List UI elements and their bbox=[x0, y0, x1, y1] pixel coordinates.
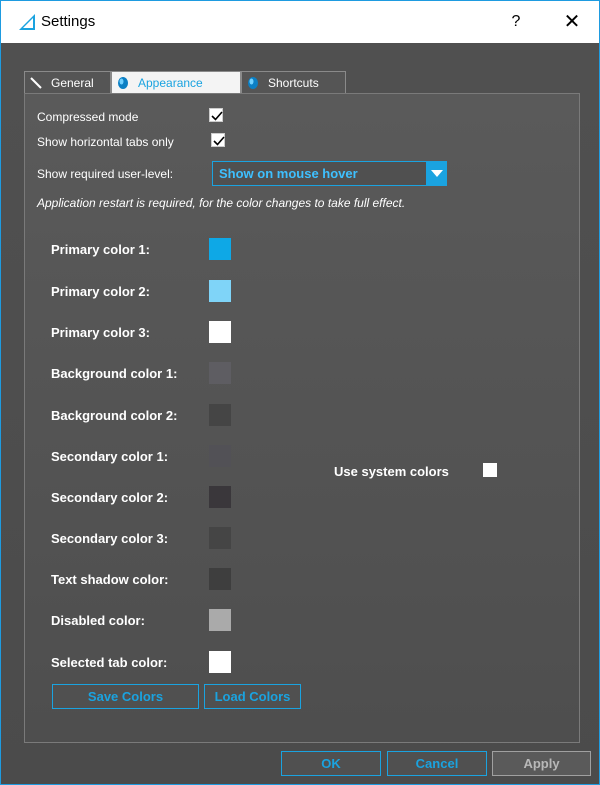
color-swatch-disabled[interactable] bbox=[209, 609, 231, 631]
tab-strip: General Appearance Shortcuts bbox=[24, 71, 346, 93]
user-level-dropdown[interactable]: Show on mouse hover bbox=[212, 161, 447, 186]
color-label-primary-3: Primary color 3: bbox=[51, 325, 150, 340]
color-label-secondary-2: Secondary color 2: bbox=[51, 490, 169, 505]
horizontal-tabs-checkbox[interactable] bbox=[211, 133, 225, 147]
help-button[interactable]: ? bbox=[499, 7, 533, 37]
color-swatch-secondary-3[interactable] bbox=[209, 527, 231, 549]
wrench-icon bbox=[29, 76, 43, 90]
color-label-background-1: Background color 1: bbox=[51, 366, 178, 381]
tab-appearance-label: Appearance bbox=[138, 75, 203, 90]
tab-shortcuts[interactable]: Shortcuts bbox=[241, 71, 346, 93]
drop-icon bbox=[246, 76, 260, 90]
load-colors-button[interactable]: Load Colors bbox=[204, 684, 301, 709]
tab-shortcuts-label: Shortcuts bbox=[268, 75, 319, 90]
color-swatch-selected-tab[interactable] bbox=[209, 651, 231, 673]
dialog-body: General Appearance Shortcuts Compressed … bbox=[1, 43, 599, 784]
apply-button[interactable]: Apply bbox=[492, 751, 591, 776]
color-label-text-shadow: Text shadow color: bbox=[51, 572, 169, 587]
color-label-primary-1: Primary color 1: bbox=[51, 242, 150, 257]
window-title: Settings bbox=[41, 13, 96, 30]
color-label-disabled: Disabled color: bbox=[51, 613, 145, 628]
use-system-colors-label: Use system colors bbox=[334, 464, 449, 479]
color-swatch-background-2[interactable] bbox=[209, 404, 231, 426]
compressed-mode-label: Compressed mode bbox=[37, 110, 139, 124]
color-swatch-background-1[interactable] bbox=[209, 362, 231, 384]
user-level-label: Show required user-level: bbox=[37, 167, 174, 181]
color-label-secondary-3: Secondary color 3: bbox=[51, 531, 169, 546]
color-label-selected-tab: Selected tab color: bbox=[51, 655, 168, 670]
app-logo-icon bbox=[17, 12, 37, 32]
restart-note: Application restart is required, for the… bbox=[37, 196, 406, 210]
horizontal-tabs-label: Show horizontal tabs only bbox=[37, 135, 174, 149]
color-label-background-2: Background color 2: bbox=[51, 408, 178, 423]
title-bar: Settings ? ✕ bbox=[1, 1, 599, 43]
tab-general[interactable]: General bbox=[24, 71, 111, 93]
appearance-panel: Compressed mode Show horizontal tabs onl… bbox=[24, 93, 580, 743]
color-swatch-primary-3[interactable] bbox=[209, 321, 231, 343]
user-level-value: Show on mouse hover bbox=[219, 166, 358, 181]
color-swatch-text-shadow[interactable] bbox=[209, 568, 231, 590]
color-swatch-primary-2[interactable] bbox=[209, 280, 231, 302]
tab-general-label: General bbox=[51, 75, 94, 90]
color-swatch-secondary-2[interactable] bbox=[209, 486, 231, 508]
drop-icon bbox=[116, 76, 130, 90]
tab-appearance[interactable]: Appearance bbox=[111, 71, 241, 93]
settings-window: Settings ? ✕ General Appearance Shortcut… bbox=[0, 0, 600, 785]
color-label-secondary-1: Secondary color 1: bbox=[51, 449, 169, 464]
ok-button[interactable]: OK bbox=[281, 751, 381, 776]
cancel-button[interactable]: Cancel bbox=[387, 751, 487, 776]
color-label-primary-2: Primary color 2: bbox=[51, 284, 150, 299]
compressed-mode-checkbox[interactable] bbox=[209, 108, 223, 122]
use-system-colors-checkbox[interactable] bbox=[483, 463, 497, 477]
save-colors-button[interactable]: Save Colors bbox=[52, 684, 199, 709]
close-button[interactable]: ✕ bbox=[555, 7, 589, 37]
color-swatch-primary-1[interactable] bbox=[209, 238, 231, 260]
chevron-down-icon[interactable] bbox=[426, 162, 446, 185]
color-swatch-secondary-1[interactable] bbox=[209, 445, 231, 467]
